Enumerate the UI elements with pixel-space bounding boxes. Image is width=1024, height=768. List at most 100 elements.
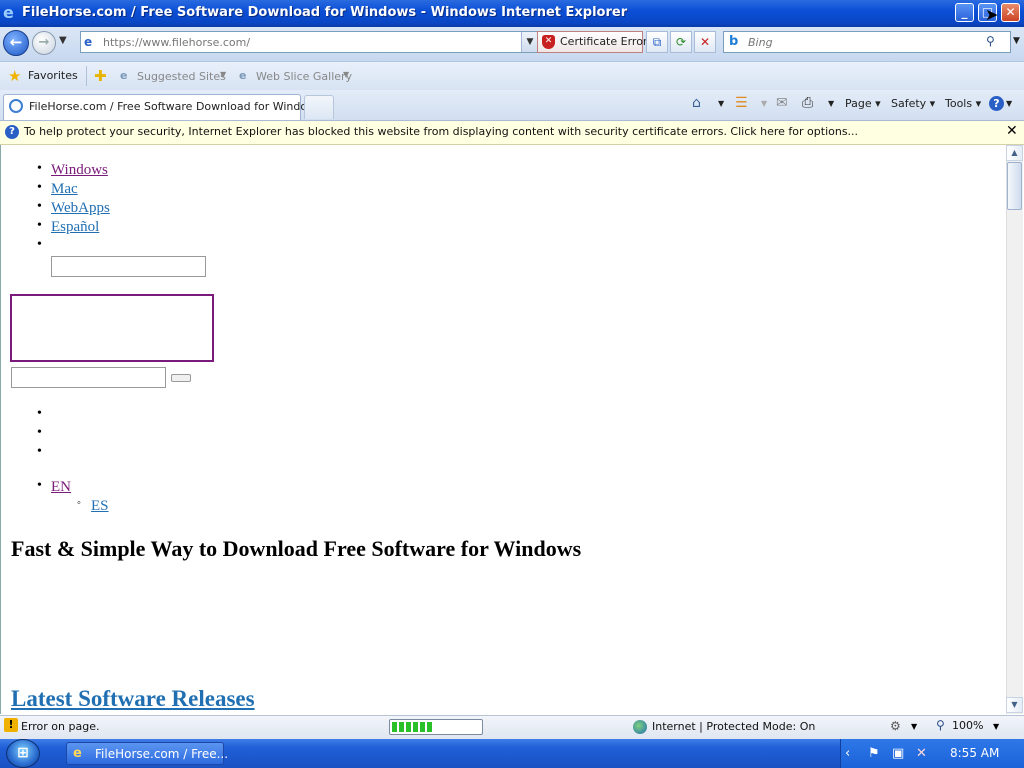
taskbar-item-ie[interactable]: e FileHorse.com / Free...: [66, 742, 228, 765]
bullet: ◦: [77, 497, 81, 509]
bullet: •: [37, 218, 42, 233]
bullet: •: [37, 237, 42, 252]
zoom-level[interactable]: 100%: [952, 719, 983, 732]
internet-zone-icon: [633, 720, 647, 734]
ie-logo-icon: e: [3, 3, 14, 22]
lang-link-en[interactable]: EN: [51, 479, 71, 496]
taskbar-item-label: FileHorse.com / Free...: [95, 747, 229, 761]
search-options-dropdown-icon[interactable]: ▼: [1013, 36, 1020, 46]
search-field[interactable]: [11, 367, 166, 388]
nav-link-windows[interactable]: Windows: [51, 162, 108, 179]
chevron-down-icon[interactable]: ▼: [220, 70, 226, 79]
vertical-scrollbar[interactable]: [1006, 145, 1023, 714]
chevron-down-icon[interactable]: ▼: [761, 99, 767, 108]
clock[interactable]: 8:55 AM: [950, 746, 999, 760]
tab-label: FileHorse.com / Free Software Download f…: [29, 100, 322, 113]
warning-icon[interactable]: !: [4, 718, 18, 732]
star-icon: ★: [8, 67, 22, 85]
volume-muted-icon[interactable]: ✕: [916, 746, 927, 761]
progress-fill: [392, 722, 432, 732]
shield-error-icon: ✕: [542, 35, 555, 49]
refresh-button[interactable]: ⟳: [670, 31, 692, 53]
bullet: •: [37, 161, 42, 176]
progress-bar: [389, 719, 483, 735]
search-box[interactable]: b ⚲: [723, 31, 1011, 53]
nav-link-mac[interactable]: Mac: [51, 181, 78, 198]
mouse-cursor-icon: ➤: [985, 5, 999, 24]
certificate-error-label: Certificate Error: [560, 35, 648, 48]
popup-blocker-icon[interactable]: ⚙: [890, 719, 901, 733]
web-slice-gallery-link[interactable]: Web Slice Gallery: [256, 70, 352, 83]
window-title: FileHorse.com / Free Software Download f…: [22, 5, 628, 20]
favorites-label: Favorites: [28, 69, 78, 82]
chevron-down-icon[interactable]: ▼: [718, 99, 724, 108]
title-bar[interactable]: e FileHorse.com / Free Software Download…: [0, 0, 1024, 27]
scroll-down-button[interactable]: ▼: [1006, 697, 1023, 713]
ie-icon: e: [73, 746, 82, 761]
suggested-sites-link[interactable]: Suggested Sites: [137, 70, 226, 83]
start-button[interactable]: ⊞: [6, 739, 40, 768]
chevron-down-icon[interactable]: ▼: [993, 722, 999, 731]
close-icon[interactable]: ✕: [1006, 123, 1018, 139]
add-to-favorites-icon[interactable]: ✚: [94, 67, 107, 85]
information-bar[interactable]: ? To help protect your security, Interne…: [0, 121, 1024, 145]
main-heading: Fast & Simple Way to Download Free Softw…: [11, 536, 582, 561]
minimize-button[interactable]: _: [955, 3, 974, 22]
action-center-flag-icon[interactable]: ⚑: [868, 746, 880, 761]
zoom-icon[interactable]: ⚲: [936, 718, 945, 732]
page-content: • Windows • Mac • WebApps • Español • • …: [0, 145, 1006, 714]
back-button[interactable]: ←: [3, 30, 29, 56]
certificate-error-button[interactable]: ✕ Certificate Error: [537, 31, 647, 53]
stop-button[interactable]: ✕: [694, 31, 716, 53]
address-dropdown-button[interactable]: ▼: [521, 32, 538, 52]
nav-link-webapps[interactable]: WebApps: [51, 200, 110, 217]
compatibility-view-button[interactable]: ⧉: [646, 31, 668, 53]
address-bar[interactable]: e ▼: [80, 31, 538, 53]
chevron-down-icon[interactable]: ▼: [828, 99, 834, 108]
chevron-down-icon[interactable]: ▼: [911, 722, 917, 731]
network-icon[interactable]: ▣: [892, 746, 904, 761]
bullet: •: [37, 406, 42, 421]
bing-icon: b: [729, 34, 739, 49]
safety-menu[interactable]: Safety ▾: [891, 97, 935, 110]
forward-button[interactable]: →: [32, 31, 56, 55]
help-icon[interactable]: ?: [989, 96, 1004, 111]
chevron-down-icon[interactable]: ▼: [1006, 99, 1012, 108]
shield-info-icon: ?: [5, 125, 19, 139]
print-icon[interactable]: ⎙: [802, 95, 813, 111]
ie-page-icon: e: [239, 69, 247, 82]
scroll-thumb[interactable]: [1007, 162, 1022, 210]
tab-filehorse[interactable]: FileHorse.com / Free Software Download f…: [3, 94, 322, 120]
tools-menu-label: Tools: [945, 97, 973, 110]
status-text[interactable]: Error on page.: [21, 720, 99, 733]
scroll-up-button[interactable]: ▲: [1006, 145, 1023, 161]
page-menu[interactable]: Page ▾: [845, 97, 881, 110]
security-zone-text[interactable]: Internet | Protected Mode: On: [652, 720, 815, 733]
information-bar-text[interactable]: To help protect your security, Internet …: [24, 125, 858, 138]
page-icon: e: [84, 35, 93, 49]
search-input[interactable]: [748, 35, 978, 49]
latest-releases-heading[interactable]: Latest Software Releases: [11, 686, 255, 712]
new-tab-button[interactable]: [304, 95, 334, 119]
chevron-down-icon[interactable]: ▼: [343, 70, 349, 79]
nav-link-espanol[interactable]: Español: [51, 219, 99, 236]
status-bar: [0, 715, 1024, 740]
search-submit-button[interactable]: [171, 374, 191, 382]
feeds-icon[interactable]: ☰: [735, 95, 748, 111]
recent-pages-dropdown-icon[interactable]: ▼: [59, 35, 67, 46]
safety-menu-label: Safety: [891, 97, 927, 110]
logo-placeholder[interactable]: [10, 294, 214, 362]
read-mail-icon[interactable]: ✉: [776, 95, 788, 111]
bullet: •: [37, 180, 42, 195]
close-button[interactable]: ✕: [1001, 3, 1020, 22]
text-field[interactable]: [51, 256, 206, 277]
home-icon[interactable]: ⌂: [692, 95, 701, 111]
address-input[interactable]: [103, 34, 513, 50]
show-hidden-icons-icon[interactable]: ‹: [845, 746, 850, 761]
tools-menu[interactable]: Tools ▾: [945, 97, 981, 110]
lang-link-es[interactable]: ES: [91, 498, 109, 515]
separator: [86, 66, 87, 86]
search-icon[interactable]: ⚲: [986, 34, 995, 48]
page-menu-label: Page: [845, 97, 872, 110]
bullet: •: [37, 425, 42, 440]
